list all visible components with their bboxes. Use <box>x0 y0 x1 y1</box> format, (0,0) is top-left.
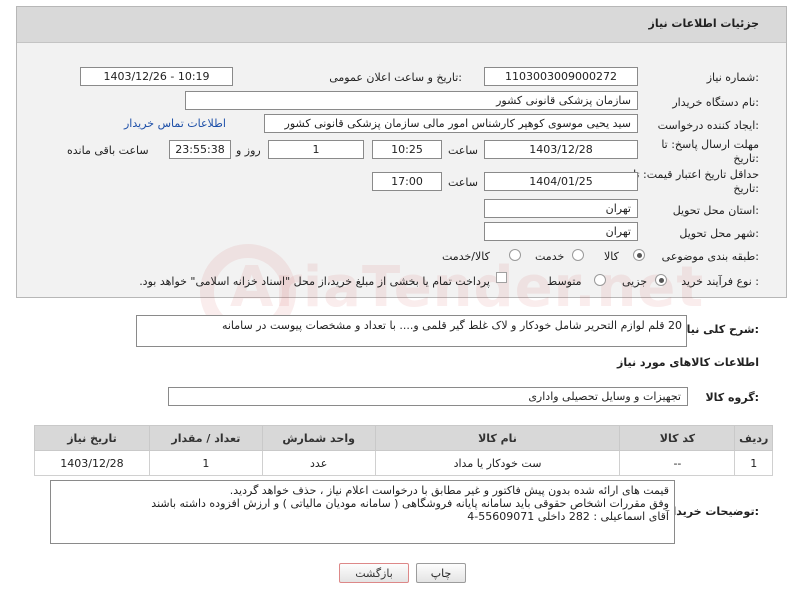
purchase-type-option-minor: جزیی <box>622 275 648 288</box>
goods-group-label: گروه کالا: <box>705 391 759 404</box>
reply-deadline-date-field: 1403/12/28 <box>484 140 638 159</box>
goods-group-field: تجهیزات و وسایل تحصیلی واداری <box>168 387 688 406</box>
back-button[interactable]: بازگشت <box>339 563 409 583</box>
reply-deadline-time-field: 10:25 <box>372 140 442 159</box>
cell-name: ست خودکار یا مداد <box>374 450 621 476</box>
requester-field: سید یحیی موسوی کوهپر کارشناس امور مالی س… <box>264 114 638 133</box>
treasury-payment-note: پرداخت تمام یا بخشی از مبلغ خرید،از محل … <box>139 275 490 288</box>
buyer-org-field: سازمان پزشکی قانونی کشور <box>185 91 638 110</box>
col-code: کد کالا <box>619 425 736 451</box>
province-label: استان محل تحویل: <box>672 204 759 217</box>
purchase-type-option-medium: متوسط <box>547 275 582 288</box>
price-validity-time-field: 17:00 <box>372 172 442 191</box>
cell-unit: عدد <box>261 450 376 476</box>
treasury-payment-checkbox[interactable] <box>496 272 507 283</box>
category-radio-service[interactable] <box>572 249 584 261</box>
category-radio-goods[interactable] <box>633 249 645 261</box>
price-validity-time-label: ساعت <box>448 176 478 189</box>
price-validity-label: حداقل تاریخ اعتبار قیمت: تا <box>633 168 759 181</box>
col-row: ردیف <box>734 425 773 451</box>
reply-days-field: 1 <box>268 140 364 159</box>
goods-table-header: ردیف کد کالا نام کالا واحد شمارش تعداد /… <box>34 425 773 451</box>
remaining-time-label: ساعت باقی مانده <box>67 144 149 157</box>
panel-title: جزئیات اطلاعات نیاز <box>648 17 760 30</box>
description-label: شرح کلی نیاز: <box>680 323 759 336</box>
need-number-label: شماره نیاز: <box>706 71 759 84</box>
province-field: تهران <box>484 199 638 218</box>
cell-row: 1 <box>734 450 773 476</box>
table-row[interactable]: 1 -- ست خودکار یا مداد عدد 1 1403/12/28 <box>34 450 773 476</box>
purchase-type-radio-minor[interactable] <box>655 274 667 286</box>
reply-deadline-label-date: تاریخ: <box>733 152 759 165</box>
buyer-notes-line: آقای اسماعیلی : 282 داخلی 55609071-4 <box>467 510 669 523</box>
buyer-org-label: نام دستگاه خریدار: <box>672 96 759 109</box>
goods-table: ردیف کد کالا نام کالا واحد شمارش تعداد /… <box>34 425 773 476</box>
buyer-notes-line: قیمت های ارائه شده بدون پیش فاکتور و غیر… <box>229 484 669 497</box>
reply-deadline-label: مهلت ارسال پاسخ: تا <box>661 138 759 151</box>
need-number-field: 1103003009000272 <box>484 67 638 86</box>
price-validity-label-date: تاریخ: <box>733 182 759 195</box>
description-text: 20 قلم لوازم التحریر شامل خودکار و لاک غ… <box>221 319 682 332</box>
days-label: روز و <box>236 144 261 157</box>
category-option-goods: کالا <box>604 250 619 263</box>
col-unit: واحد شمارش <box>261 425 376 451</box>
buyer-notes-label: توضیحات خریدار: <box>666 505 759 518</box>
category-radio-goods-service[interactable] <box>509 249 521 261</box>
category-option-service: خدمت <box>535 250 565 263</box>
col-name: نام کالا <box>374 425 621 451</box>
cell-need-date: 1403/12/28 <box>34 450 150 476</box>
print-button[interactable]: چاپ <box>416 563 466 583</box>
city-field: تهران <box>484 222 638 241</box>
col-need-date: تاریخ نیاز <box>34 425 150 451</box>
city-label: شهر محل تحویل: <box>679 227 759 240</box>
requester-label: ایجاد کننده درخواست: <box>657 119 759 132</box>
buyer-notes-box[interactable]: قیمت های ارائه شده بدون پیش فاکتور و غیر… <box>50 480 675 544</box>
buyer-notes-line: وفق مقررات اشخاص حقوقی باید سامانه پایان… <box>151 497 669 510</box>
buyer-contact-link[interactable]: اطلاعات تماس خریدار <box>124 117 226 130</box>
category-option-goods-service: کالا/خدمت <box>442 250 490 263</box>
remaining-time-field: 23:55:38 <box>169 140 231 159</box>
col-qty: تعداد / مقدار <box>148 425 263 451</box>
cell-qty: 1 <box>148 450 263 476</box>
purchase-type-radio-medium[interactable] <box>594 274 606 286</box>
goods-info-title: اطلاعات کالاهای مورد نیاز <box>617 356 759 369</box>
reply-deadline-time-label: ساعت <box>448 144 478 157</box>
price-validity-date-field: 1404/01/25 <box>484 172 638 191</box>
category-label: طبقه بندی موضوعی: <box>661 250 759 263</box>
announce-datetime-label: تاریخ و ساعت اعلان عمومی: <box>329 71 462 84</box>
purchase-type-label: نوع فرآیند خرید : <box>681 275 759 288</box>
announce-datetime-field: 1403/12/26 - 10:19 <box>80 67 233 86</box>
cell-code: -- <box>619 450 736 476</box>
description-textarea[interactable]: 20 قلم لوازم التحریر شامل خودکار و لاک غ… <box>136 315 687 347</box>
